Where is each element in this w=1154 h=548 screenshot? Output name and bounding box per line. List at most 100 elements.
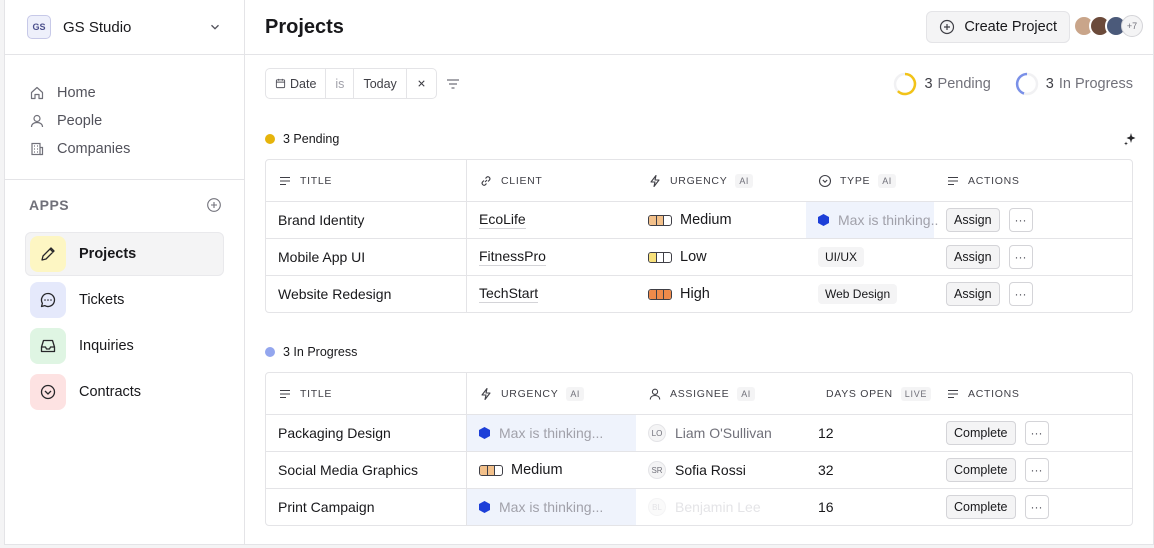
complete-button[interactable]: Complete	[946, 458, 1016, 482]
client-cell[interactable]: TechStart	[467, 276, 636, 312]
link-icon	[481, 175, 491, 186]
table-row[interactable]: Website Redesign TechStart High Web Desi…	[266, 275, 1132, 312]
nav-item-people[interactable]: People	[5, 107, 244, 135]
days-open-cell: 32	[818, 462, 834, 478]
table-row[interactable]: Brand Identity EcoLife Medium Max is thi…	[266, 201, 1132, 238]
filter-value[interactable]: Today	[354, 69, 407, 98]
assign-button[interactable]: Assign	[946, 282, 1000, 306]
assignee-cell[interactable]: LO Liam O'Sullivan	[636, 415, 806, 451]
days-open-cell: 12	[818, 425, 834, 441]
nav-label: People	[57, 113, 103, 129]
urgency-cell[interactable]: Medium	[467, 452, 636, 488]
col-days-open[interactable]: DAYS OPEN LIVE	[806, 373, 934, 414]
col-actions[interactable]: ACTIONS	[934, 160, 1094, 201]
pending-group-label[interactable]: 3 Pending	[265, 132, 339, 146]
add-app-icon[interactable]	[206, 197, 222, 213]
person-icon	[30, 114, 44, 128]
ai-thinking: Max is thinking...	[479, 499, 603, 515]
create-project-button[interactable]: Create Project	[926, 11, 1070, 43]
actions-cell: Assign ···	[934, 202, 1094, 238]
client-cell[interactable]: EcoLife	[467, 202, 636, 238]
urgency-cell[interactable]: High	[636, 276, 806, 312]
col-urgency[interactable]: URGENCY AI	[467, 373, 636, 414]
filter-field[interactable]: Date	[266, 69, 327, 98]
pending-summary[interactable]: 3 Pending	[893, 72, 991, 96]
urgency-cell-thinking: Max is thinking...	[467, 489, 636, 525]
client-link[interactable]: EcoLife	[479, 211, 526, 229]
client-link[interactable]: FitnessPro	[479, 248, 546, 266]
app-item-inquiries[interactable]: Inquiries	[25, 324, 224, 368]
type-cell[interactable]: Web Design	[806, 276, 934, 312]
table-header: TITLE CLIENT URGENCY AI TYPE AI ACTIONS	[266, 160, 1132, 201]
assignee-cell[interactable]: SR Sofia Rossi	[636, 452, 806, 488]
urgency-value: Medium	[479, 462, 563, 478]
urgency-cell-thinking: Max is thinking...	[467, 415, 636, 451]
sparkle-icon[interactable]	[1123, 132, 1137, 146]
group-label-text: 3 Pending	[283, 132, 340, 146]
col-title[interactable]: TITLE	[266, 160, 467, 201]
col-label: URGENCY	[670, 174, 728, 187]
thinking-label: Max is thinking...	[499, 499, 604, 515]
urgency-cell[interactable]: Low	[636, 239, 806, 275]
clear-filter-button[interactable]	[407, 69, 436, 98]
more-options-button[interactable]: ···	[1008, 282, 1033, 306]
nav-item-companies[interactable]: Companies	[5, 135, 244, 163]
collaborator-avatars[interactable]: +7	[1073, 15, 1143, 37]
filter-field-label: Date	[290, 76, 317, 91]
actions-cell: Assign ···	[934, 276, 1094, 312]
app-item-projects[interactable]: Projects	[25, 232, 224, 276]
app-item-tickets[interactable]: Tickets	[25, 278, 224, 322]
more-options-button[interactable]: ···	[1024, 458, 1049, 482]
type-cell[interactable]: UI/UX	[806, 239, 934, 275]
more-options-button[interactable]: ···	[1008, 245, 1033, 269]
app-icon-bg	[30, 282, 66, 318]
more-options-button[interactable]: ···	[1024, 421, 1049, 445]
filter-bar: Date is Today	[265, 68, 461, 99]
client-cell[interactable]: FitnessPro	[467, 239, 636, 275]
filter-icon[interactable]	[445, 76, 461, 92]
person-icon	[649, 388, 661, 400]
in-progress-group-label[interactable]: 3 In Progress	[265, 345, 357, 359]
col-urgency[interactable]: URGENCY AI	[636, 160, 806, 201]
assignee-avatar: SR	[648, 461, 666, 479]
more-options-button[interactable]: ···	[1008, 208, 1033, 232]
client-link[interactable]: TechStart	[479, 285, 539, 303]
inbox-icon	[40, 339, 56, 353]
assignee-cell[interactable]: BL Benjamin Lee	[636, 489, 806, 525]
app-label: Inquiries	[79, 338, 134, 354]
col-title[interactable]: TITLE	[266, 373, 467, 414]
group-label-text: 3 In Progress	[283, 345, 358, 359]
col-actions[interactable]: ACTIONS	[934, 373, 1094, 414]
complete-button[interactable]: Complete	[946, 421, 1016, 445]
text-lines-icon	[948, 389, 958, 398]
assignee-avatar: LO	[648, 424, 666, 442]
actions-cell: Complete ···	[934, 452, 1094, 488]
assign-button[interactable]: Assign	[946, 245, 1000, 269]
table-row[interactable]: Mobile App UI FitnessPro Low UI/UX Assig…	[266, 238, 1132, 275]
workspace-switcher[interactable]: GS GS Studio	[5, 0, 244, 55]
table-row[interactable]: Packaging Design Max is thinking... LO L…	[266, 414, 1132, 451]
col-label: CLIENT	[501, 174, 543, 187]
app-item-contracts[interactable]: Contracts	[25, 370, 224, 414]
assignee-avatar: BL	[648, 498, 666, 516]
col-type[interactable]: TYPE AI	[806, 160, 934, 201]
table-row[interactable]: Print Campaign Max is thinking... BL Ben…	[266, 488, 1132, 525]
in-progress-dot	[265, 347, 275, 357]
urgency-cell[interactable]: Medium	[636, 202, 806, 238]
create-project-label: Create Project	[964, 19, 1057, 35]
in-progress-summary[interactable]: 3 In Progress	[1015, 72, 1133, 96]
assign-button[interactable]: Assign	[946, 208, 1000, 232]
nav-item-home[interactable]: Home	[5, 79, 244, 107]
table-row[interactable]: Social Media Graphics Medium SR Sofia Ro…	[266, 451, 1132, 488]
title-cell: Social Media Graphics	[266, 452, 467, 488]
text-lines-icon	[948, 176, 958, 185]
urgency-high-icon	[648, 288, 672, 300]
text-lines-icon	[280, 389, 290, 398]
building-icon	[31, 142, 44, 156]
col-client[interactable]: CLIENT	[467, 160, 636, 201]
more-options-button[interactable]: ···	[1024, 495, 1049, 519]
filter-operator[interactable]: is	[326, 69, 355, 98]
col-assignee[interactable]: ASSIGNEE AI	[636, 373, 806, 414]
title-cell: Website Redesign	[266, 276, 467, 312]
complete-button[interactable]: Complete	[946, 495, 1016, 519]
